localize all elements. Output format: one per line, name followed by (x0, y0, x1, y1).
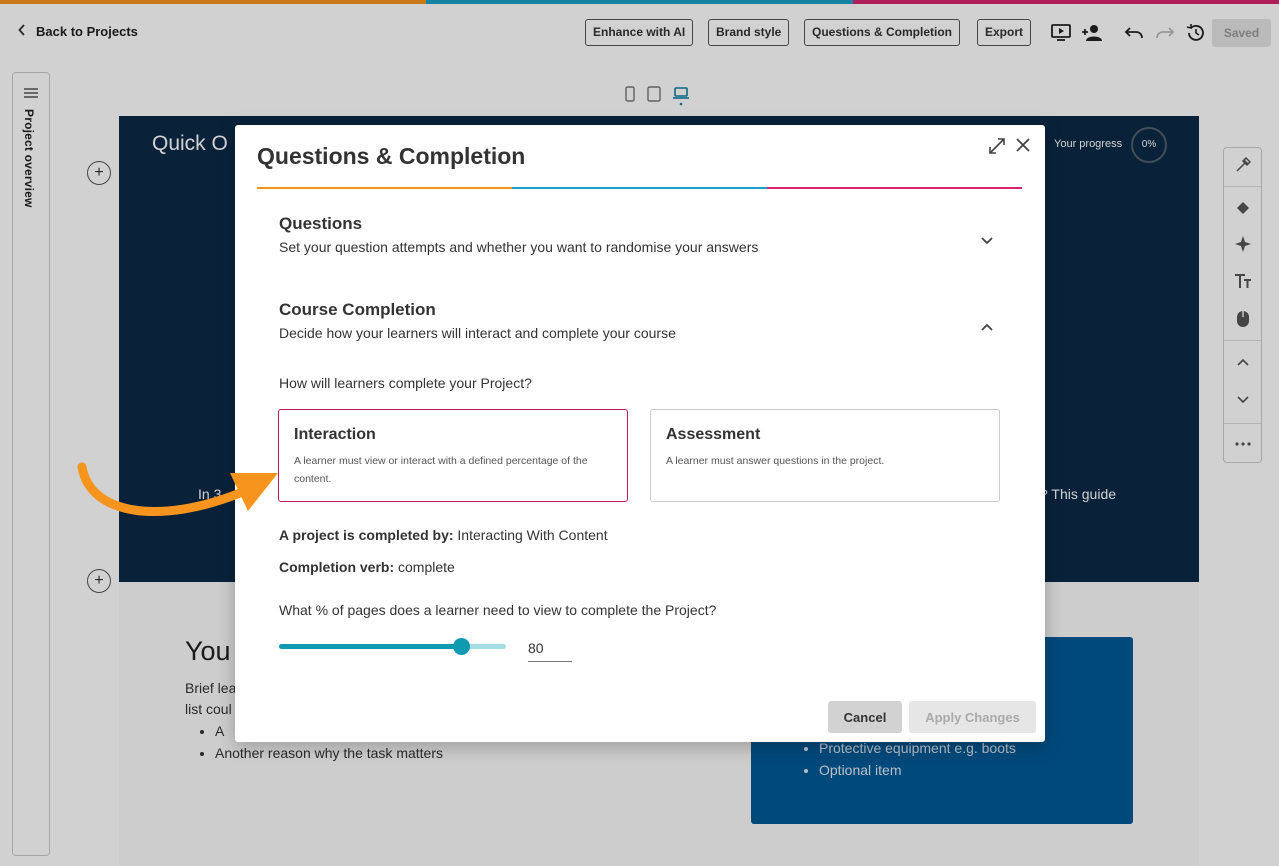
completion-verb-line: Completion verb: complete (279, 559, 455, 575)
questions-section-desc: Set your question attempts and whether y… (279, 239, 759, 255)
dialog-title: Questions & Completion (257, 143, 526, 169)
completed-by-label: A project is completed by: (279, 527, 454, 543)
percentage-input[interactable] (528, 635, 572, 662)
card-title: Interaction (294, 426, 376, 443)
dialog-stripe (257, 187, 1022, 189)
card-desc: A learner must view or interact with a d… (294, 455, 588, 485)
percentage-question: What % of pages does a learner need to v… (279, 602, 717, 618)
completion-verb-value: complete (398, 559, 455, 575)
card-desc: A learner must answer questions in the p… (666, 455, 885, 467)
interaction-option-card[interactable]: Interaction A learner must view or inter… (278, 409, 628, 502)
close-icon[interactable] (1014, 136, 1032, 159)
completion-verb-label: Completion verb: (279, 559, 395, 575)
card-title: Assessment (666, 426, 761, 443)
cancel-button[interactable]: Cancel (828, 701, 902, 733)
completion-section-title[interactable]: Course Completion (279, 300, 436, 320)
annotation-arrow (77, 462, 278, 516)
completion-section-desc: Decide how your learners will interact a… (279, 325, 676, 341)
completion-method-question: How will learners complete your Project? (279, 375, 532, 391)
questions-section-title[interactable]: Questions (279, 214, 362, 234)
percentage-slider[interactable] (279, 638, 506, 655)
chevron-down-icon[interactable] (981, 232, 993, 250)
completed-by-line: A project is completed by: Interacting W… (279, 527, 608, 543)
questions-completion-dialog: Questions & Completion Questions Set you… (235, 125, 1045, 742)
apply-changes-button[interactable]: Apply Changes (909, 701, 1036, 733)
assessment-option-card[interactable]: Assessment A learner must answer questio… (650, 409, 1000, 502)
completed-by-value: Interacting With Content (457, 527, 608, 543)
expand-icon[interactable] (987, 136, 1007, 161)
slider-fill (279, 644, 461, 649)
chevron-up-icon[interactable] (981, 318, 993, 336)
slider-thumb[interactable] (452, 638, 470, 655)
